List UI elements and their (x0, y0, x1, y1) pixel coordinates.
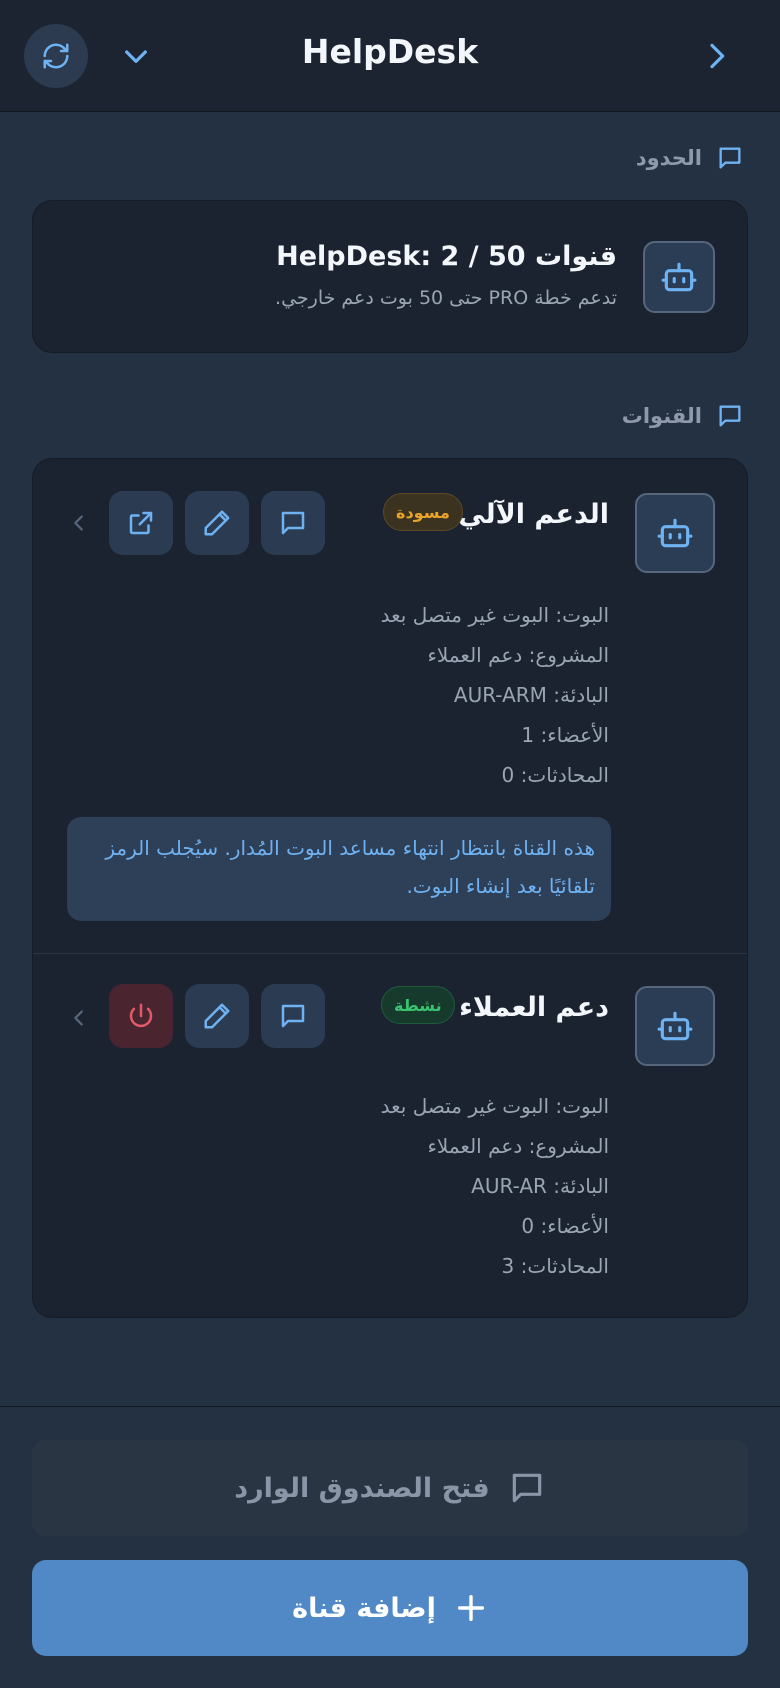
message-icon (512, 1473, 541, 1503)
bot-status: البوت: البوت غير متصل بعد (380, 1094, 609, 1118)
limits-subtitle: تدعم خطة PRO حتى 50 بوت دعم خارجي. (275, 287, 617, 309)
conversations-count: المحادثات: 0 (501, 763, 609, 787)
message-icon (719, 405, 741, 427)
open-external-button[interactable] (109, 491, 173, 555)
pencil-icon (204, 510, 230, 536)
external-link-icon (129, 511, 153, 535)
bot-status: البوت: البوت غير متصل بعد (380, 603, 609, 627)
channel-name: الدعم الآلي (458, 499, 609, 530)
project-info: المشروع: دعم العملاء (427, 1134, 609, 1158)
channel-item: الدعم الآلي مسودة البوت: البوت غير متصل … (33, 459, 747, 953)
open-inbox-label: فتح الصندوق الوارد (234, 1472, 490, 1504)
channels-card: الدعم الآلي مسودة البوت: البوت غير متصل … (32, 458, 748, 1318)
limits-label-text: الحدود (635, 146, 702, 170)
prefix-info: البادئة: AUR-AR (471, 1174, 609, 1198)
chat-button[interactable] (261, 984, 325, 1048)
expand-button[interactable] (67, 1006, 91, 1030)
chevron-left-icon (74, 515, 83, 531)
channels-label-text: القنوات (621, 404, 702, 428)
limits-section-label: الحدود (636, 144, 744, 172)
edit-button[interactable] (185, 491, 249, 555)
power-icon (129, 1003, 153, 1028)
bot-icon (657, 1011, 693, 1041)
expand-button[interactable] (67, 511, 91, 535)
message-icon (719, 147, 741, 169)
channel-item: دعم العملاء نشطة البوت: البوت غير متصل ب… (33, 954, 747, 1318)
plus-icon (457, 1594, 484, 1622)
add-channel-button[interactable]: إضافة قناة (32, 1560, 748, 1656)
channels-section-label: القنوات (622, 402, 744, 430)
bot-avatar (643, 241, 715, 313)
pencil-icon (204, 1003, 230, 1029)
chevron-right-icon (710, 43, 725, 69)
forward-button[interactable] (696, 36, 736, 76)
bot-avatar (635, 986, 715, 1066)
status-badge: مسودة (383, 493, 463, 531)
page-title: HelpDesk (301, 32, 479, 71)
members-count: الأعضاء: 0 (521, 1214, 609, 1238)
status-badge: نشطة (381, 986, 455, 1024)
prefix-info: البادئة: AUR-ARM (453, 683, 609, 707)
message-icon (281, 511, 305, 535)
members-count: الأعضاء: 1 (521, 723, 609, 747)
chevron-left-icon (74, 1010, 83, 1026)
limits-card: قنوات HelpDesk: 2 / 50 تدعم خطة PRO حتى … (32, 200, 748, 353)
power-button[interactable] (109, 984, 173, 1048)
limits-title: قنوات HelpDesk: 2 / 50 (276, 241, 617, 272)
message-icon (281, 1004, 305, 1028)
app-header: HelpDesk (0, 0, 780, 112)
open-inbox-button[interactable]: فتح الصندوق الوارد (32, 1440, 748, 1536)
channel-name: دعم العملاء (459, 992, 609, 1023)
project-info: المشروع: دعم العملاء (427, 643, 609, 667)
conversations-count: المحادثات: 3 (501, 1254, 609, 1278)
bot-icon (657, 518, 693, 548)
bot-avatar (635, 493, 715, 573)
chat-button[interactable] (261, 491, 325, 555)
add-channel-label: إضافة قناة (292, 1592, 436, 1624)
edit-button[interactable] (185, 984, 249, 1048)
bot-icon (661, 262, 697, 292)
pending-bot-note: هذه القناة بانتظار انتهاء مساعد البوت ال… (67, 817, 611, 921)
footer-divider (0, 1406, 780, 1407)
